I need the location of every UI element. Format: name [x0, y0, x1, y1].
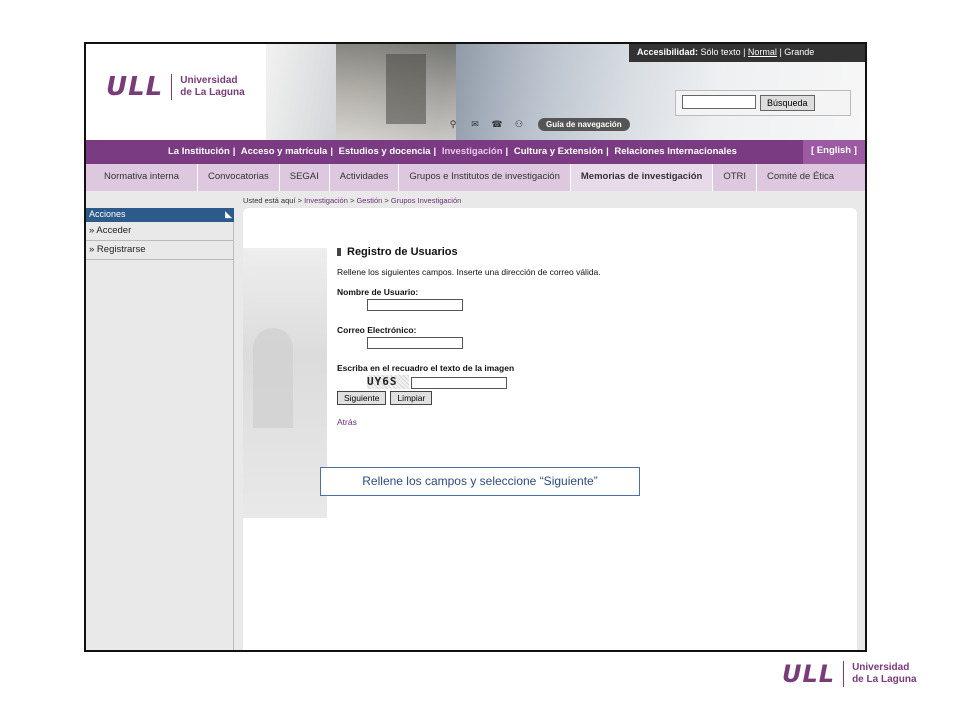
username-label: Nombre de Usuario: [337, 287, 419, 297]
ull-logo[interactable]: ULL Universidad de La Laguna [106, 72, 245, 102]
main-nav: La Institución | Acceso y matrícula | Estu… [86, 140, 865, 164]
breadcrumb-grupos[interactable]: Grupos Investigación [391, 196, 461, 205]
sidebar-title-label: Acciones [89, 209, 126, 219]
search-box: Búsqueda [675, 90, 851, 116]
sitemap-icon[interactable]: ⚲ [446, 120, 460, 130]
corner-ull-logo: ULL Universidad de La Laguna [782, 660, 917, 688]
logo-line-1: Universidad [180, 75, 238, 86]
corner-logo-text: Universidad de La Laguna [852, 662, 916, 686]
logo-mark: ULL [106, 72, 164, 102]
sidebar-item-registrarse[interactable]: » Registrarse [86, 241, 234, 260]
clear-button[interactable]: Limpiar [390, 391, 433, 405]
logo-text: Universidad de La Laguna [180, 75, 244, 99]
search-input[interactable] [682, 95, 756, 109]
logo-divider [171, 74, 173, 100]
sub-nav: Normativa interna Convocatorias SEGAI Ac… [86, 164, 865, 191]
phone-icon[interactable]: ☎ [490, 120, 504, 130]
breadcrumb-investigacion[interactable]: Investigación [304, 196, 348, 205]
sidebar: Acciones ◣ » Acceder » Registrarse [86, 208, 234, 260]
subnav-convocatorias[interactable]: Convocatorias [198, 164, 280, 191]
access-text-only-link[interactable]: Sólo texto [701, 47, 741, 57]
corner-logo-line-2: de La Laguna [852, 674, 917, 685]
nav-item-estudios[interactable]: Estudios y docencia [339, 146, 431, 157]
form-title-text: Registro de Usuarios [347, 246, 458, 258]
access-normal-link[interactable]: Normal [748, 47, 777, 57]
instruction-callout: Rellene los campos y seleccione “Siguien… [320, 467, 640, 496]
subnav-otri[interactable]: OTRI [713, 164, 758, 191]
navigation-guide-button[interactable]: Guía de navegación [538, 118, 630, 131]
subnav-segai[interactable]: SEGAI [280, 164, 330, 191]
accessibility-bar: Accesibilidad: Sólo texto | Normal | Gra… [629, 44, 865, 62]
access-large-link[interactable]: Grande [784, 47, 814, 57]
english-link[interactable]: [ English ] [803, 140, 865, 164]
user-search-icon[interactable]: ⚇ [512, 120, 526, 130]
next-button[interactable]: Siguiente [337, 391, 387, 405]
site-header: ULL Universidad de La Laguna Accesibilid… [86, 44, 865, 140]
captcha-field[interactable] [411, 377, 507, 389]
corner-logo-divider [843, 661, 845, 687]
subnav-memorias[interactable]: Memorias de investigación [570, 164, 714, 191]
subnav-normativa[interactable]: Normativa interna [86, 164, 198, 191]
subnav-grupos[interactable]: Grupos e Institutos de investigación [399, 164, 571, 191]
captcha-row: UY6S [337, 375, 601, 389]
sidebar-title: Acciones ◣ [86, 208, 234, 222]
accessibility-label: Accesibilidad: [637, 47, 699, 57]
utility-icons: ⚲ ✉ ☎ ⚇ Guía de navegación [446, 118, 630, 131]
breadcrumb: Usted está aquí > Investigación > Gestió… [243, 196, 462, 205]
email-label: Correo Electrónico: [337, 325, 417, 335]
sidebar-divider [233, 222, 234, 650]
sidebar-item-acceder[interactable]: » Acceder [86, 222, 234, 241]
breadcrumb-gestion[interactable]: Gestión [356, 196, 382, 205]
username-field[interactable] [367, 299, 463, 311]
nav-item-acceso[interactable]: Acceso y matrícula [241, 146, 328, 157]
form-buttons: Siguiente Limpiar [337, 391, 601, 405]
corner-icon: ◣ [225, 209, 232, 219]
form-intro: Rellene los siguientes campos. Inserte u… [337, 267, 601, 277]
nav-item-institucion[interactable]: La Institución [168, 146, 230, 157]
search-button[interactable]: Búsqueda [760, 95, 815, 111]
main-panel: Registro de Usuarios Rellene los siguien… [243, 208, 857, 650]
breadcrumb-prefix: Usted está aquí > [243, 196, 302, 205]
browser-screenshot-frame: ULL Universidad de La Laguna Accesibilid… [84, 42, 867, 652]
title-bullet-icon [337, 248, 341, 256]
back-link[interactable]: Atrás [337, 417, 601, 427]
logo-line-2: de La Laguna [180, 87, 245, 98]
subnav-comite[interactable]: Comité de Ética [757, 164, 844, 191]
header-tower-image [386, 54, 426, 124]
registration-form: Registro de Usuarios Rellene los siguien… [337, 246, 601, 427]
mail-icon[interactable]: ✉ [468, 120, 482, 130]
background-watermark-arch [253, 328, 293, 428]
corner-logo-line-1: Universidad [852, 662, 910, 673]
form-title: Registro de Usuarios [337, 246, 601, 258]
nav-item-relaciones[interactable]: Relaciones Internacionales [614, 146, 737, 157]
subnav-actividades[interactable]: Actividades [330, 164, 400, 191]
corner-logo-mark: ULL [782, 660, 836, 688]
email-field[interactable] [367, 337, 463, 349]
captcha-image: UY6S [367, 375, 409, 389]
nav-item-cultura[interactable]: Cultura y Extensión [514, 146, 603, 157]
captcha-label: Escriba en el recuadro el texto de la im… [337, 363, 515, 373]
nav-item-investigacion[interactable]: Investigación [442, 146, 503, 157]
